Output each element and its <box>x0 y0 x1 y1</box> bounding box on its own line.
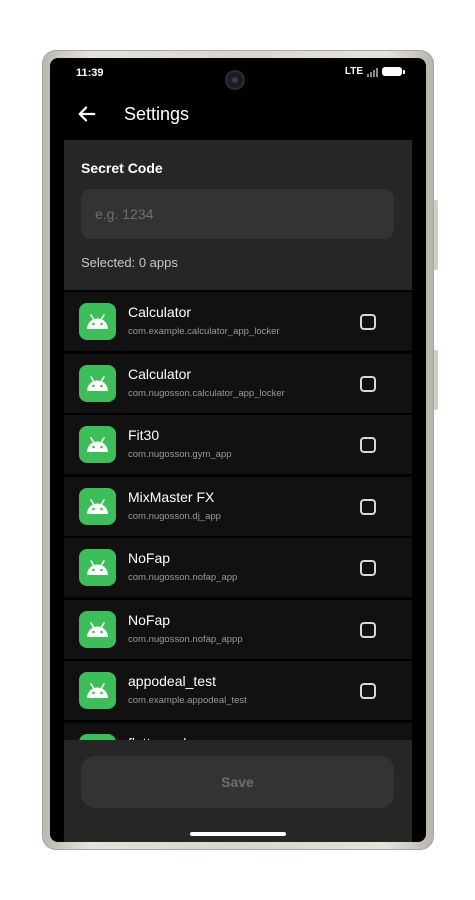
app-name: Calculator <box>128 365 192 382</box>
app-package: com.example.calculator_app_locker <box>128 326 280 337</box>
android-app-icon <box>79 426 116 463</box>
secret-code-panel: Secret Code Selected: 0 apps <box>64 140 412 290</box>
app-name: Calculator <box>128 304 192 320</box>
app-select-checkbox[interactable] <box>360 498 376 515</box>
app-select-checkbox[interactable] <box>360 621 376 638</box>
app-list-item[interactable]: flutter_ad <box>64 722 412 740</box>
app-package: com.nugosson.nofap_app <box>128 572 238 583</box>
home-indicator[interactable] <box>190 832 286 836</box>
app-list-item[interactable]: NoFap com.nugosson.nofap_appp <box>64 599 412 659</box>
app-list-item[interactable]: Calculator com.nugosson.calculator_app_lo… <box>64 353 412 413</box>
app-package: com.nugosson.gym_app <box>128 449 232 460</box>
volume-button <box>434 350 438 410</box>
app-select-checkbox[interactable] <box>360 683 376 699</box>
app-name: appodeal_test <box>128 673 216 689</box>
app-name: NoFap <box>128 611 171 628</box>
selected-apps-count: Selected: 0 apps <box>81 255 178 270</box>
app-package: com.nugosson.calculator_app_locker <box>128 387 285 399</box>
android-app-icon <box>79 672 116 709</box>
android-app-icon <box>79 487 116 525</box>
android-app-icon <box>79 549 116 586</box>
signal-icon <box>367 67 378 77</box>
app-package: com.nugosson.dj_app <box>128 510 221 522</box>
app-list-item[interactable]: MixMaster FX com.nugosson.dj_app <box>64 476 412 536</box>
app-name: NoFap <box>128 550 171 566</box>
power-button <box>434 200 438 270</box>
phone-frame: 11:39 LTE Settings Secret Code Selected:… <box>42 50 438 850</box>
app-list-item[interactable]: appodeal_test com.example.appodeal_test <box>64 661 412 720</box>
arrow-left-icon[interactable] <box>76 103 98 125</box>
app-name: MixMaster FX <box>128 488 215 505</box>
network-type: LTE <box>344 66 363 77</box>
app-bar: Settings <box>50 94 426 134</box>
app-select-checkbox[interactable] <box>360 314 376 330</box>
phone-screen: 11:39 LTE Settings Secret Code Selected:… <box>50 58 426 842</box>
bottom-panel: Save <box>64 740 412 842</box>
page-title: Settings <box>124 104 190 124</box>
app-select-checkbox[interactable] <box>360 375 376 392</box>
status-icons: LTE <box>344 66 405 77</box>
secret-code-label: Secret Code <box>81 160 163 176</box>
save-button[interactable]: Save <box>81 756 394 808</box>
status-time: 11:39 <box>76 67 104 79</box>
android-app-icon <box>79 364 116 402</box>
app-package: com.example.appodeal_test <box>128 695 247 706</box>
status-bar: 11:39 LTE <box>50 58 426 88</box>
app-list-item[interactable]: Calculator com.example.calculator_app_loc… <box>64 292 412 351</box>
app-select-checkbox[interactable] <box>360 560 376 576</box>
android-app-icon <box>79 303 116 340</box>
app-name: Fit30 <box>128 427 160 443</box>
app-list-item[interactable]: NoFap com.nugosson.nofap_app <box>64 538 412 597</box>
front-camera <box>227 72 243 88</box>
battery-icon <box>382 67 405 76</box>
app-list[interactable]: Calculator com.example.calculator_app_loc… <box>64 292 412 740</box>
android-app-icon <box>79 610 116 648</box>
app-list-item[interactable]: Fit30 com.nugosson.gym_app <box>64 415 412 474</box>
app-package: com.nugosson.nofap_appp <box>128 633 243 645</box>
app-select-checkbox[interactable] <box>360 437 376 453</box>
secret-code-input[interactable] <box>81 189 394 239</box>
